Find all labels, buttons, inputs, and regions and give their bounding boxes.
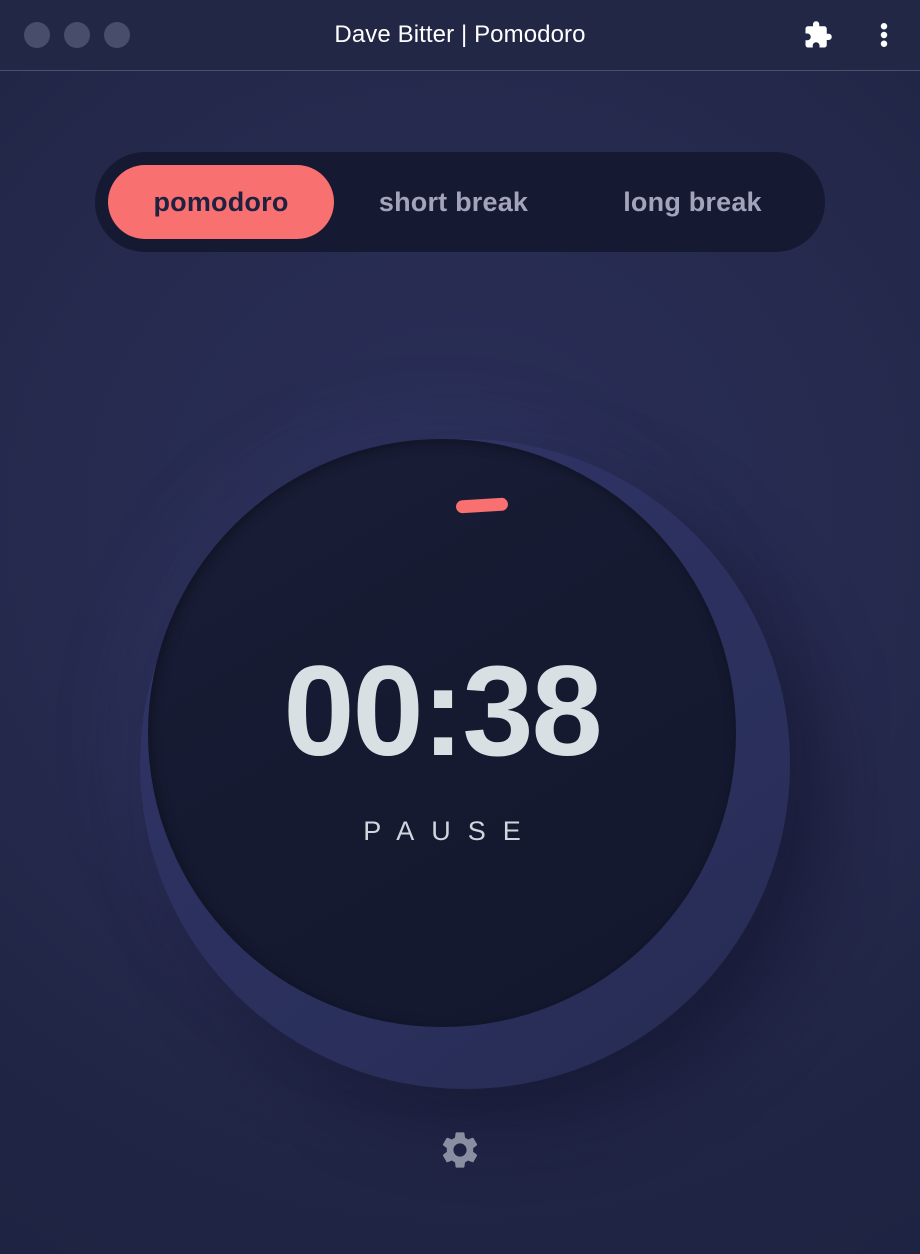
kebab-menu-icon[interactable]	[866, 17, 902, 53]
tab-short-break[interactable]: short break	[334, 165, 573, 239]
timer-pause-button[interactable]: PAUSE	[346, 816, 538, 847]
app-window: Dave Bitter | Pomodoro pomodoro short br…	[0, 0, 920, 1254]
minimize-window-button[interactable]	[64, 22, 90, 48]
titlebar: Dave Bitter | Pomodoro	[0, 0, 920, 71]
timer-dial: 00:38 PAUSE	[140, 439, 790, 1093]
titlebar-actions	[800, 0, 902, 70]
gear-icon	[438, 1128, 482, 1175]
timer-time: 00:38	[283, 639, 602, 783]
settings-button[interactable]	[436, 1127, 484, 1175]
tab-long-break[interactable]: long break	[573, 165, 812, 239]
window-title: Dave Bitter | Pomodoro	[334, 21, 586, 48]
tab-pomodoro[interactable]: pomodoro	[108, 165, 334, 239]
close-window-button[interactable]	[24, 22, 50, 48]
maximize-window-button[interactable]	[104, 22, 130, 48]
mode-tab-bar: pomodoro short break long break	[95, 152, 825, 252]
app-content: pomodoro short break long break 00:38 PA…	[0, 71, 920, 1254]
traffic-lights	[24, 0, 130, 70]
extensions-icon[interactable]	[800, 17, 836, 53]
dial-content: 00:38 PAUSE	[148, 439, 736, 1027]
